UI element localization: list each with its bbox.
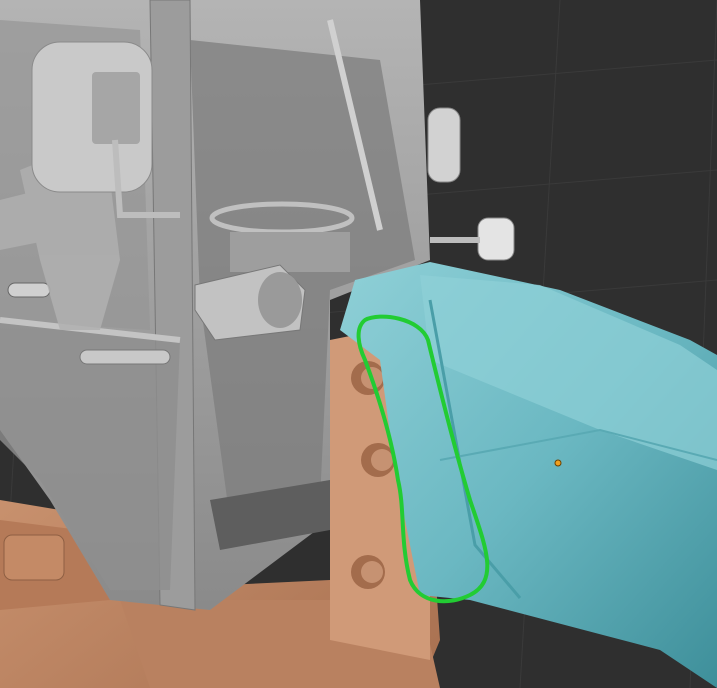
3d-viewport[interactable] bbox=[0, 0, 717, 688]
viewport-canvas[interactable] bbox=[0, 0, 717, 688]
object-origin-point[interactable] bbox=[554, 459, 562, 467]
